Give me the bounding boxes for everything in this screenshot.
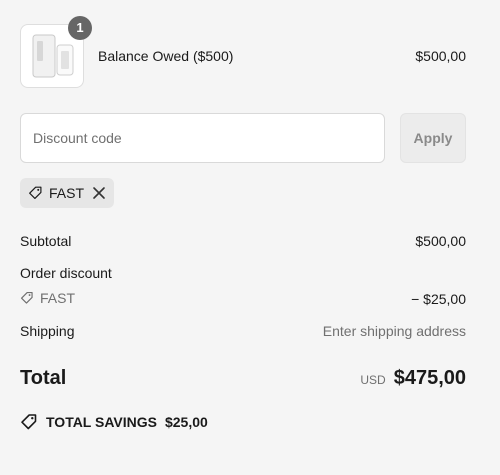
apply-button[interactable]: Apply — [400, 113, 466, 163]
item-price: $500,00 — [415, 48, 466, 64]
order-summary: 1 Balance Owed ($500) $500,00 Apply FAST… — [0, 0, 500, 475]
subtotal-value: $500,00 — [415, 233, 466, 249]
discount-code-input[interactable] — [20, 113, 385, 163]
shipping-value: Enter shipping address — [322, 323, 466, 339]
total-savings: TOTAL SAVINGS $25,00 — [20, 413, 208, 431]
applied-discount-chip: FAST — [20, 178, 114, 208]
discount-line: FAST — [20, 290, 75, 306]
close-icon — [93, 187, 105, 199]
shipping-label: Shipping — [20, 323, 75, 339]
discount-amount: − $25,00 — [411, 291, 466, 307]
remove-discount-button[interactable] — [92, 186, 106, 200]
quantity-badge: 1 — [68, 16, 92, 40]
tag-icon — [21, 414, 37, 430]
subtotal-label: Subtotal — [20, 233, 72, 249]
total-amount: $475,00 — [393, 367, 466, 389]
tag-icon — [20, 291, 33, 304]
order-discount-label: Order discount — [20, 265, 112, 281]
savings-label: TOTAL SAVINGS — [46, 414, 157, 430]
tag-icon — [29, 186, 42, 199]
total-label: Total — [20, 367, 67, 389]
savings-amount: $25,00 — [164, 414, 208, 430]
item-name: Balance Owed ($500) — [98, 48, 234, 64]
currency-code: USD — [360, 373, 386, 387]
discount-code-text: FAST — [40, 290, 76, 306]
applied-code-label: FAST — [48, 185, 84, 201]
total-amount-group: USD $475,00 — [360, 367, 466, 390]
